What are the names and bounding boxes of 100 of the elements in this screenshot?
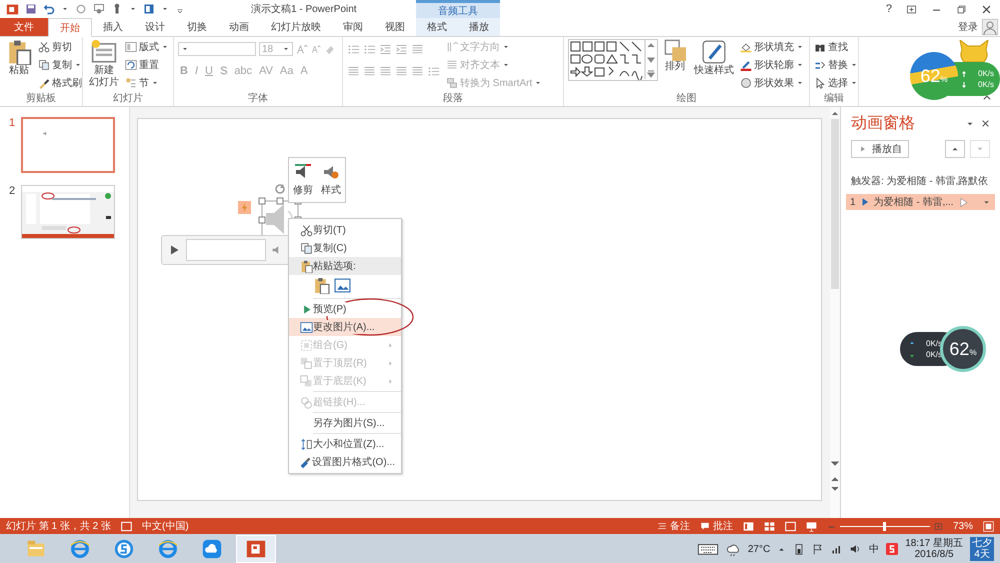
slider-thumb[interactable] [883,522,886,530]
toolbar-button[interactable]: 样式 [317,158,345,202]
slide-counter: 幻灯片 第 1 张，共 2 张 [6,520,112,533]
menu-item[interactable]: 复制(C) [289,239,401,257]
weather-cloud-icon[interactable] [726,542,741,556]
ribbon-tab[interactable]: 切换 [176,18,218,36]
clock-time[interactable]: 18:17 星期五 [905,538,963,549]
ribbon-options-icon[interactable] [906,4,917,14]
input-method[interactable]: 中 [869,542,880,556]
ribbon-button[interactable]: 粘贴 [4,39,34,77]
menu-label: 更改图片(A)... [313,320,375,334]
ribbon-button[interactable]: 排列 [662,39,688,73]
taskbar-app[interactable] [236,535,276,563]
comments-button[interactable]: 批注 [700,519,733,533]
ribbon-button[interactable]: 格式刷 [38,75,82,91]
ribbon-tab[interactable]: 幻灯片放映 [260,18,332,36]
slide-number: 1 [9,117,16,129]
ribbon-button[interactable]: 复制 [38,57,82,73]
paste-picture-icon[interactable] [334,277,351,294]
save-icon[interactable] [25,3,37,15]
ribbon-tab[interactable]: 审阅 [332,18,374,36]
layout-icon[interactable] [143,3,155,15]
clock-date[interactable]: 2016/8/5 [914,549,954,560]
caret-icon[interactable] [161,5,169,13]
ribbon-tab[interactable]: 开始 [48,18,92,37]
replace-icon [814,59,826,71]
toolbar-button[interactable]: 修剪 [289,158,317,202]
sign-in-link[interactable]: 登录 [958,20,978,34]
menu-item[interactable]: 剪切(T) [289,221,401,239]
restore-icon[interactable] [956,4,967,14]
help-button[interactable]: ? [886,3,892,15]
ribbon-tab[interactable]: 播放 [458,18,500,36]
flag-icon[interactable] [812,543,824,555]
normal-view-icon[interactable] [742,520,754,532]
ribbon-tab[interactable]: 格式 [416,18,458,36]
ribbon-tab[interactable]: 动画 [218,18,260,36]
slideshow-icon[interactable] [806,520,817,532]
percent-sign: % [969,348,977,356]
menu-item[interactable]: 大小和位置(Z)... [289,435,401,453]
undo-icon[interactable] [43,3,55,15]
projector-icon[interactable] [93,3,105,15]
keyboard-icon[interactable] [696,542,719,556]
trigger-label: 触发器: 为爱相随 - 韩雷,路默依 [851,174,990,188]
battery-icon[interactable] [793,543,806,555]
ribbon-button[interactable]: 选择 [814,75,858,91]
zoom-level[interactable]: 73% [952,520,973,532]
slide-thumbnail[interactable] [21,117,115,173]
rotate-handle-icon[interactable] [274,183,286,195]
caret-icon [161,43,169,51]
input-method-logo-icon[interactable] [886,543,898,555]
ribbon-button[interactable]: 节 [125,75,169,91]
upload-speed: 0K/s [978,69,994,78]
ribbon-tab[interactable]: 设计 [134,18,176,36]
calendar-badge[interactable]: 七夕 4天 [970,537,994,561]
speaker-trim-icon [295,164,311,180]
caret-icon [796,61,804,69]
menu-item[interactable]: 更改图片(A)... [289,318,401,336]
speaker-icon [43,131,48,136]
caret-icon[interactable] [129,5,137,13]
ribbon-button[interactable]: 新建 幻灯片 [87,39,121,89]
ribbon-tab[interactable]: 插入 [92,18,134,36]
close-icon[interactable] [981,119,990,128]
zoom-slider[interactable] [826,522,943,530]
caret-icon [151,79,159,87]
group-label: 幻灯片 [112,92,144,106]
ribbon-button[interactable]: 版式 [125,39,169,55]
ribbon-button[interactable]: 查找 [814,39,858,55]
animation-item[interactable]: 1 为爱相随 - 韩雷,... [846,194,995,210]
user-avatar-icon[interactable] [982,19,998,35]
caret-icon[interactable] [61,5,69,13]
shape-gallery-drawing[interactable] [568,39,658,81]
grid-view-icon[interactable] [764,520,775,532]
ribbon-button[interactable]: 重置 [125,57,169,73]
fit-to-window-icon[interactable] [983,520,994,532]
menu-label: 设置图片格式(O)... [312,455,395,469]
ribbon-button[interactable]: 形状轮廓 [740,57,804,73]
clipboard-icon[interactable] [313,277,330,294]
play-from-button[interactable]: 播放自 [851,140,909,158]
app-logo-icon [6,2,19,16]
close-icon[interactable] [981,4,992,14]
book-icon[interactable] [121,520,132,532]
menu-label: 复制(C) [313,241,347,255]
ribbon-tab[interactable]: 文件 [0,18,48,36]
reading-view-icon[interactable] [784,520,796,532]
notes-button[interactable]: 备注 [656,519,690,533]
menu-item[interactable]: 预览(P) [289,300,401,318]
caret-icon [502,43,510,51]
pane-title: 动画窗格 [851,114,916,134]
ribbon-button[interactable]: 形状填充 [740,39,804,55]
caret-icon [282,45,290,53]
ribbon-button[interactable]: 形状效果 [740,75,804,91]
ribbon-button[interactable]: 快速样式 [692,39,736,77]
plus-icon [934,522,943,530]
ribbon-tab[interactable]: 视图 [374,18,416,36]
menu-item[interactable]: 设置图片格式(O)... [289,453,401,471]
ribbon-button[interactable]: 替换 [814,57,858,73]
menu-item[interactable]: 另存为图片(S)... [289,414,401,432]
ribbon-button[interactable]: 剪切 [38,39,82,55]
up-arrow-icon [960,70,968,78]
play-icon[interactable] [168,244,180,256]
